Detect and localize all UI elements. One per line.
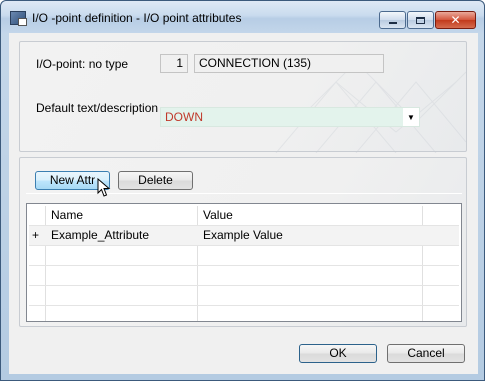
grid-body: Name Value + Example_Attribute Example V… xyxy=(29,206,459,321)
dropdown-arrow-icon[interactable]: ▼ xyxy=(403,108,419,126)
minimize-button[interactable] xyxy=(379,11,406,29)
close-button[interactable]: ✕ xyxy=(435,11,476,29)
table-row[interactable] xyxy=(29,286,459,306)
default-text-value: DOWN xyxy=(165,110,203,124)
io-point-label: I/O-point: no type xyxy=(36,57,129,71)
minimize-icon xyxy=(388,22,397,24)
dialog-window: I/O -point definition - I/O point attrib… xyxy=(0,0,485,381)
app-icon xyxy=(10,11,27,26)
cancel-button[interactable]: Cancel xyxy=(387,344,465,363)
toolbar-separator xyxy=(26,193,462,194)
default-text-combo[interactable]: DOWN ▼ xyxy=(160,107,420,127)
default-text-label: Default text/description xyxy=(36,101,159,115)
io-point-group: I/O-point: no type 1 CONNECTION (135) De… xyxy=(19,41,467,153)
io-point-name: CONNECTION (135) xyxy=(194,54,384,73)
attribute-name-cell[interactable]: Example_Attribute xyxy=(51,226,149,246)
mouse-cursor-icon xyxy=(97,178,111,197)
maximize-icon xyxy=(416,16,425,24)
column-header-name[interactable]: Name xyxy=(51,206,83,226)
title-bar[interactable]: I/O -point definition - I/O point attrib… xyxy=(1,1,484,33)
table-row[interactable] xyxy=(29,246,459,266)
column-header-value[interactable]: Value xyxy=(203,206,233,226)
close-icon: ✕ xyxy=(450,13,461,27)
grid-header-row: Name Value xyxy=(29,206,459,226)
delete-button[interactable]: Delete xyxy=(118,171,193,190)
table-row[interactable] xyxy=(29,266,459,286)
window-title: I/O -point definition - I/O point attrib… xyxy=(32,11,242,25)
maximize-button[interactable] xyxy=(407,11,434,29)
ok-button[interactable]: OK xyxy=(299,344,377,363)
attributes-grid[interactable]: Name Value + Example_Attribute Example V… xyxy=(26,203,462,322)
attributes-group: New Attr Delete Name Value + Example_Att… xyxy=(19,157,467,327)
io-point-number: 1 xyxy=(160,54,188,73)
dialog-client-area: I/O-point: no type 1 CONNECTION (135) De… xyxy=(9,33,478,374)
expand-marker[interactable]: + xyxy=(32,226,44,246)
attribute-value-cell[interactable]: Example Value xyxy=(203,226,283,246)
table-row[interactable]: + Example_Attribute Example Value xyxy=(29,226,459,246)
table-row[interactable] xyxy=(29,306,459,321)
